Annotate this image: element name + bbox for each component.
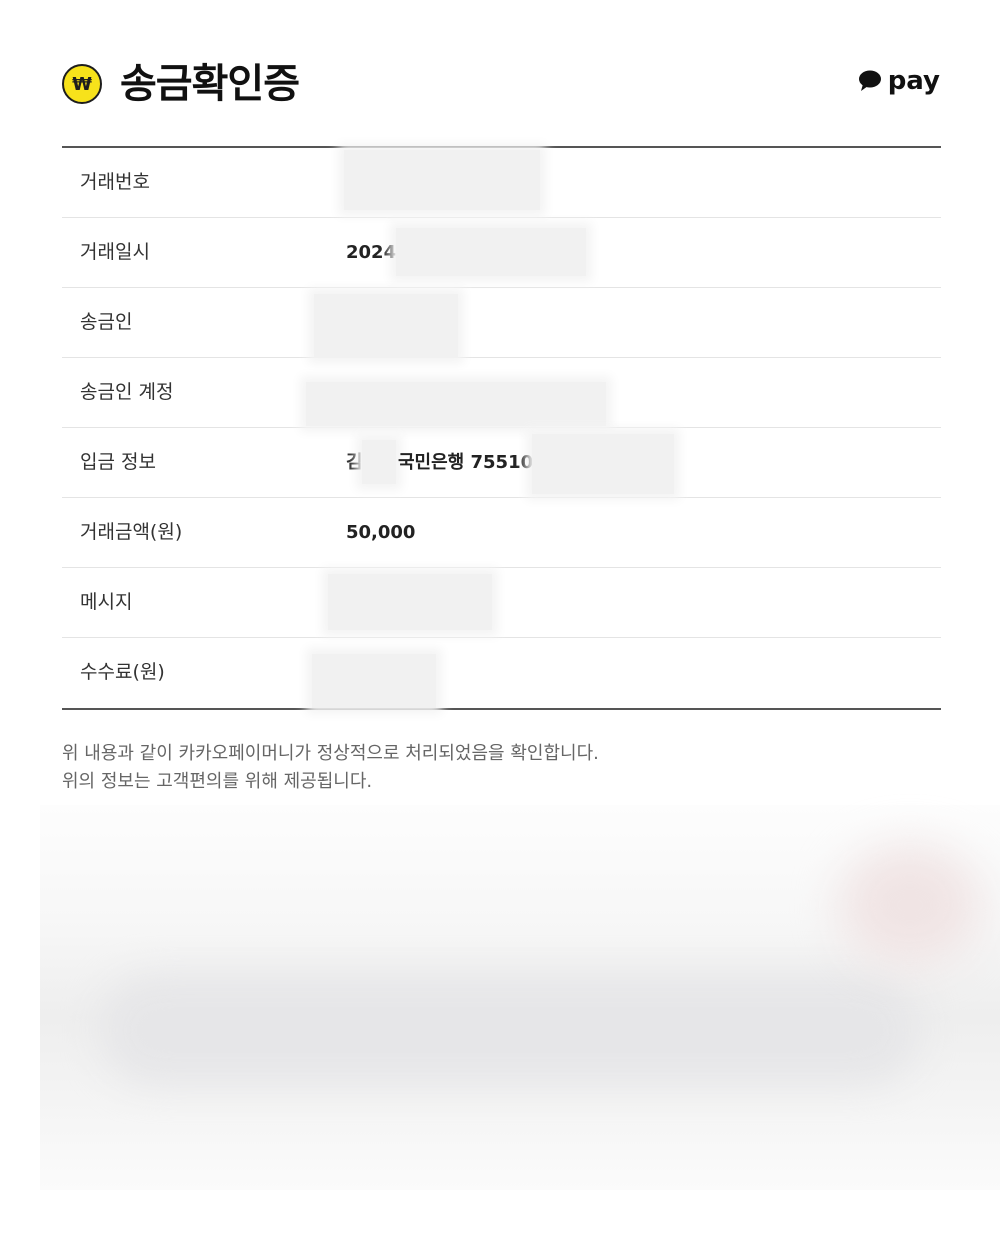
row-message: 메시지	[62, 568, 941, 638]
row-deposit-info: 입금 정보 김 국민은행 75510	[62, 428, 941, 498]
row-sender: 송금인	[62, 288, 941, 358]
receipt-header: ₩ 송금확인증 pay	[62, 52, 940, 116]
redacted-account-number	[532, 434, 674, 494]
redacted-datetime	[396, 228, 586, 276]
sender-account-label: 송금인 계정	[80, 381, 174, 403]
redacted-fee	[312, 654, 436, 708]
row-fee: 수수료(원)	[62, 638, 941, 708]
page-title: 송금확인증	[120, 61, 300, 107]
redacted-transaction-number	[344, 150, 540, 210]
transaction-datetime-label: 거래일시	[80, 241, 150, 263]
transaction-number-label: 거래번호	[80, 171, 150, 193]
fee-label: 수수료(원)	[80, 661, 165, 683]
redacted-recipient-name	[362, 440, 396, 484]
message-label: 메시지	[80, 591, 133, 613]
redacted-lower-area	[40, 805, 1000, 1190]
redacted-sender	[314, 294, 458, 358]
won-coin-icon: ₩	[62, 64, 102, 104]
transfer-details-table: 거래번호 거래일시 2024- 송금인 송금인 계정 입금 정보 김 국민은행 …	[62, 146, 941, 710]
sender-label: 송금인	[80, 311, 133, 333]
redacted-sender-account	[306, 382, 606, 426]
deposit-recipient-name: 김	[346, 452, 363, 473]
deposit-bank-account: 국민은행 75510	[398, 452, 534, 473]
notice-line-2: 위의 정보는 고객편의를 위해 제공됩니다.	[62, 771, 373, 792]
confirmation-notice: 위 내용과 같이 카카오페이머니가 정상적으로 처리되었음을 확인합니다. 위의…	[62, 740, 599, 796]
pay-logo-text: pay	[887, 66, 940, 96]
amount-value: 50,000	[346, 522, 416, 543]
blurred-band	[100, 975, 920, 1085]
notice-line-1: 위 내용과 같이 카카오페이머니가 정상적으로 처리되었음을 확인합니다.	[62, 743, 599, 764]
speech-bubble-icon	[858, 70, 881, 91]
redacted-message	[328, 574, 492, 630]
row-transaction-datetime: 거래일시 2024-	[62, 218, 941, 288]
amount-label: 거래금액(원)	[80, 521, 183, 543]
deposit-info-label: 입금 정보	[80, 451, 156, 473]
transaction-datetime-value: 2024-	[346, 242, 404, 263]
row-transaction-number: 거래번호	[62, 148, 941, 218]
row-amount: 거래금액(원) 50,000	[62, 498, 941, 568]
kakaopay-logo: pay	[858, 66, 940, 96]
blurred-stamp	[840, 845, 980, 965]
row-sender-account: 송금인 계정	[62, 358, 941, 428]
